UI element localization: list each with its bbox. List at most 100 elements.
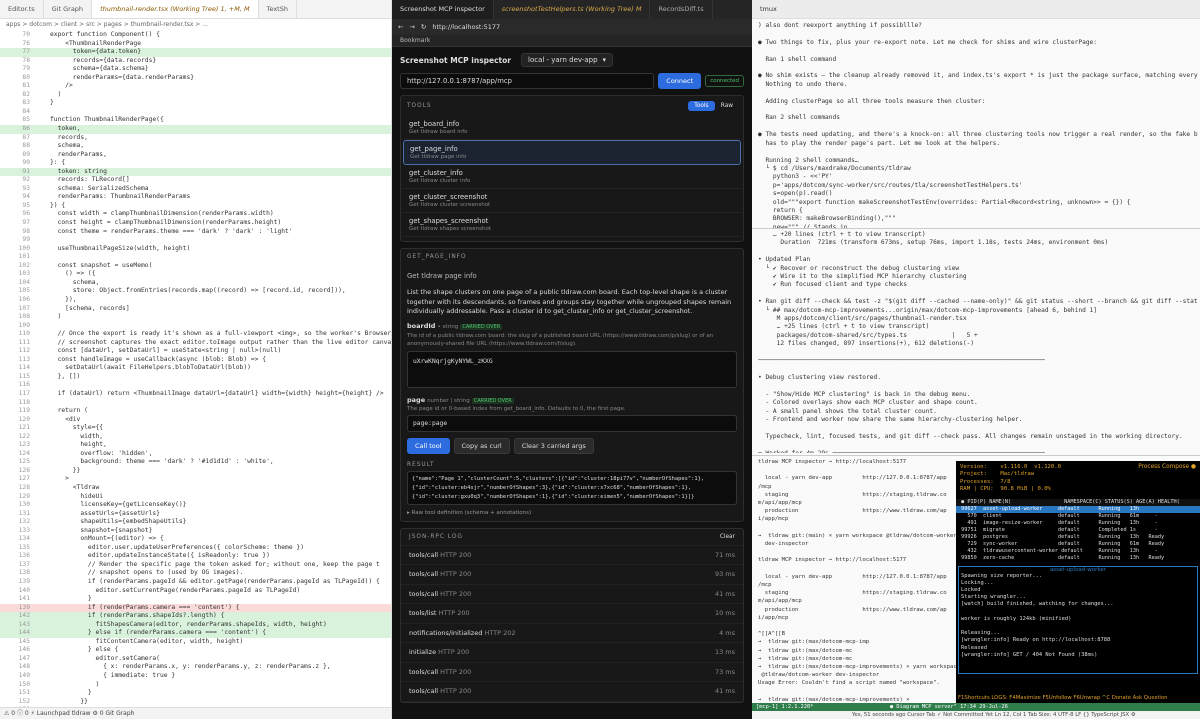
line-number: 89 [22,150,30,158]
log-row[interactable]: tools/call HTTP 200 41 ms [401,585,743,604]
log-method: tools/call HTTP 200 [409,663,471,682]
code-text: // Render the specific page the token as… [50,560,380,568]
code-text: // snapshot opens to (used by OG images)… [50,569,244,577]
process-row[interactable]: 99926 postgres default Running 13h Ready [956,534,1200,541]
param-boardid-input[interactable]: uXrwKNqrjgKyNYWL_zKXG [407,350,737,388]
pc-log[interactable]: Spawning size reporter... Locking... Loc… [959,573,1197,659]
code-line: 83} [0,99,391,108]
tool-description: Get tldraw board info [409,129,468,135]
tool-item[interactable]: get_board_info Get tldraw board info [403,116,741,140]
line-number: 90 [22,159,30,167]
log-row[interactable]: tools/call HTTP 200 41 ms [401,682,743,702]
tmux-status-bar: [mcp-1] 1:2.1.220* ● Diagram MCP server"… [752,703,1200,711]
code-line: 132 shapeUtils={embedShapeUtils} [0,518,391,527]
result-output[interactable]: {"name":"Page 1","clusterCount":5,"clust… [407,470,737,505]
shell-pane[interactable]: tldraw MCP inspector → http://localhost:… [758,458,956,706]
code-text: onMount={(editor) => { [50,535,164,543]
code-text: if (renderParams.camera === 'content') { [50,603,240,611]
line-number: 102 [18,261,30,269]
log-row[interactable]: tools/call HTTP 200 73 ms [401,663,743,682]
tools-toggle-button[interactable]: Tools [688,101,715,111]
agent-chat-top[interactable]: ) also dont reexport anything if possibl… [758,22,1198,228]
call-tool-button[interactable]: Call tool [407,437,450,454]
code-line: 152 }} [0,698,391,707]
endpoint-input[interactable]: http://127.0.0.1:8787/app/mcp [400,73,655,89]
line-number: 92 [22,176,30,184]
url-bar[interactable]: ← → ↻ http://localhost:5177 [392,19,752,35]
code-area[interactable]: 70 export function Component() {76 <Thumb… [0,31,391,707]
code-line: 103 () => ({ [0,270,391,279]
code-line: 113 const handleImage = useCallback(asyn… [0,356,391,365]
tool-name: get_cluster_info [409,169,463,177]
copy-curl-button[interactable]: Copy as curl [453,437,510,454]
log-row[interactable]: notifications/initialized HTTP 202 4 ms [401,624,743,643]
code-line: 129 hideUi [0,493,391,502]
log-time: 41 ms [714,589,735,598]
code-text: records: TLRecord[] [50,176,130,184]
code-line: 139 if (renderParams.camera === 'content… [0,603,391,613]
editor-tab[interactable]: Editor.ts [0,0,44,18]
process-row[interactable]: 491 image-resize-worker default Running … [956,520,1200,527]
tool-item[interactable]: get_cluster_info Get tldraw cluster info [403,165,741,189]
connect-button[interactable]: Connect [658,73,702,89]
bookmark-bar[interactable]: Bookmark [392,35,752,47]
tool-item[interactable]: get_page_info Get tldraw page info [403,140,741,165]
line-number: 130 [18,501,30,509]
process-row[interactable]: 729 sync-worker default Running 61m Read… [956,541,1200,548]
log-row[interactable]: tools/call HTTP 200 71 ms [401,546,743,565]
browser-tab[interactable]: Screenshot MCP inspector [392,0,494,19]
code-text: editor.updateInstanceState({ isReadonly:… [50,552,270,560]
raw-definition-toggle[interactable]: ▸ Raw tool definition (schema + annotati… [407,510,737,516]
line-number: 121 [18,424,30,432]
code-line: 95}) { [0,202,391,211]
tools-header: TOOLS [407,103,432,109]
line-number: 138 [18,569,30,577]
code-line: 135 editor.user.updateUserPreferences({ … [0,544,391,553]
log-row[interactable]: tools/call HTTP 200 93 ms [401,565,743,585]
url-text[interactable]: http://localhost:5177 [432,23,500,31]
process-row[interactable]: 432 tldrawusercontent-worker default Run… [956,548,1200,555]
param-page-input[interactable]: page:page [407,414,737,432]
detail-header: GET_PAGE_INFO [407,254,467,260]
forward-icon[interactable]: → [409,23,414,31]
code-text: token={data.token} [50,48,141,56]
agent-chat-bottom[interactable]: … +20 lines (ctrl + t to view transcript… [758,231,1198,453]
app-status-bar: Yes, 51 seconds ago Cursor Tab ✓ Not Com… [752,711,1200,719]
log-method-name: tools/call [409,570,439,578]
process-compose-pane: Version: v1.116.0 v1.120.0 Project: Mac/… [956,461,1200,703]
code-text: licenseKey={getLicenseKey()} [50,501,187,509]
tool-description: Get tldraw cluster screenshot [409,202,491,208]
process-row[interactable]: 99850 zero-cache default Running 13h Rea… [956,555,1200,562]
reload-icon[interactable]: ↻ [421,23,426,31]
log-row[interactable]: tools/list HTTP 200 10 ms [401,604,743,624]
process-row[interactable]: 99751 migrate default Completed 1s - [956,527,1200,534]
browser-tab[interactable]: screenshotTestHelpers.ts (Working Tree) … [494,0,651,19]
terminal-title: tmux [752,0,1200,19]
env-select[interactable]: local - yarn dev-app ▾ [521,53,613,67]
raw-toggle-button[interactable]: Raw [717,102,737,110]
browser-tab[interactable]: RecordsDiff.ts [650,0,713,19]
tool-item[interactable]: get_shapes_screenshot Get tldraw shapes s… [403,213,741,237]
tool-name: get_shapes_screenshot [409,217,489,225]
code-text: height, [50,441,107,449]
tool-item[interactable]: get_cluster_screenshot Get tldraw cluster… [403,189,741,213]
code-line: 115 }, []) [0,373,391,382]
log-method-name: tools/list [409,609,437,617]
code-line: 87 records, [0,134,391,143]
process-row[interactable]: 570 client default Running 61m - [956,513,1200,520]
log-time: 41 ms [714,687,735,695]
clear-carried-args-button[interactable]: Clear 3 carried args [513,437,594,454]
editor-tab[interactable]: TextSh [259,0,297,18]
editor-tab[interactable]: thumbnail-render.tsx (Working Tree) 1, +… [92,0,259,18]
code-line: 99 [0,236,391,245]
code-text: const theme = renderParams.theme === 'da… [50,227,293,235]
process-row[interactable]: 99627 asset-upload-worker default Runnin… [956,505,1200,513]
breadcrumb[interactable]: apps > dotcom > client > src > pages > t… [0,19,391,31]
log-clear-button[interactable]: Clear [720,534,735,540]
log-row[interactable]: initialize HTTP 200 13 ms [401,643,743,663]
code-text: // Once the export is ready it's shown a… [50,330,391,338]
code-line: 91 token: string [0,167,391,177]
back-icon[interactable]: ← [398,23,403,31]
code-text: <Tldraw [50,483,100,491]
editor-tab[interactable]: Git Graph [44,0,93,18]
